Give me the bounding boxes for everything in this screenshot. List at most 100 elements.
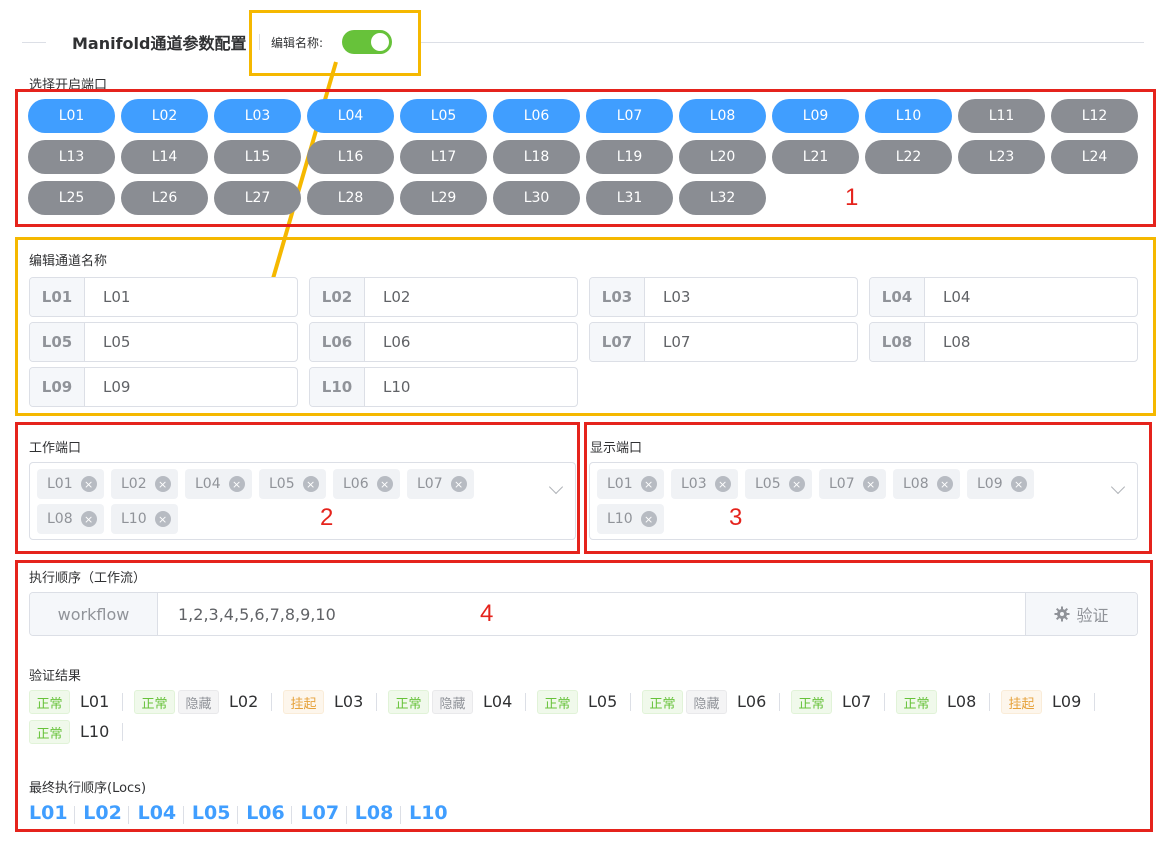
port-button-l22[interactable]: L22 <box>865 140 952 174</box>
port-button-l23[interactable]: L23 <box>958 140 1045 174</box>
port-tag-label: L05 <box>269 476 295 492</box>
status-badge-hidden: 隐藏 <box>432 690 473 714</box>
chevron-down-icon[interactable] <box>1110 479 1126 495</box>
close-icon[interactable]: × <box>228 476 245 492</box>
port-button-l31[interactable]: L31 <box>586 181 673 215</box>
port-button-l16[interactable]: L16 <box>307 140 394 174</box>
result-separator <box>376 693 377 711</box>
status-badge-normal: 正常 <box>791 690 832 714</box>
channel-name-field: L07 <box>589 322 858 362</box>
result-separator <box>525 693 526 711</box>
result-separator <box>122 723 123 741</box>
result-separator <box>884 693 885 711</box>
port-button-l13[interactable]: L13 <box>28 140 115 174</box>
port-button-l18[interactable]: L18 <box>493 140 580 174</box>
verify-button[interactable]: 验证 <box>1025 593 1137 635</box>
close-icon[interactable]: × <box>154 511 171 527</box>
port-button-l28[interactable]: L28 <box>307 181 394 215</box>
result-separator <box>1094 693 1095 711</box>
port-tag: L07 × <box>407 469 474 499</box>
port-button-l05[interactable]: L05 <box>400 99 487 133</box>
channel-name-input[interactable] <box>645 323 857 361</box>
close-icon[interactable]: × <box>788 476 805 492</box>
final-order-separator <box>74 806 75 824</box>
port-button-l11[interactable]: L11 <box>958 99 1045 133</box>
port-button-l14[interactable]: L14 <box>121 140 208 174</box>
close-icon[interactable]: × <box>936 476 953 492</box>
close-icon[interactable]: × <box>80 511 97 527</box>
port-button-l02[interactable]: L02 <box>121 99 208 133</box>
port-button-l17[interactable]: L17 <box>400 140 487 174</box>
port-button-l03[interactable]: L03 <box>214 99 301 133</box>
final-order-item: L05 <box>191 802 231 824</box>
port-button-l20[interactable]: L20 <box>679 140 766 174</box>
display-ports-label: 显示端口 <box>590 441 643 456</box>
channel-name-input[interactable] <box>85 323 297 361</box>
work-ports-select[interactable]: L01 × L02 × L04 × L05 × L06 × L07 × L08 × L10 × <box>29 462 576 540</box>
port-button-l21[interactable]: L21 <box>772 140 859 174</box>
port-button-l04[interactable]: L04 <box>307 99 394 133</box>
port-button-l32[interactable]: L32 <box>679 181 766 215</box>
port-button-l06[interactable]: L06 <box>493 99 580 133</box>
final-order-item: L07 <box>300 802 340 824</box>
channel-name-input[interactable] <box>365 278 577 316</box>
status-badge-hidden: 隐藏 <box>686 690 727 714</box>
port-button-l30[interactable]: L30 <box>493 181 580 215</box>
port-tag-label: L10 <box>607 511 633 527</box>
result-port-name: L07 <box>842 692 872 711</box>
channel-name-input[interactable] <box>365 323 577 361</box>
chevron-down-icon[interactable] <box>548 479 564 495</box>
port-button-l01[interactable]: L01 <box>28 99 115 133</box>
port-button-l25[interactable]: L25 <box>28 181 115 215</box>
status-badge-hidden: 隐藏 <box>178 690 219 714</box>
port-button-l08[interactable]: L08 <box>679 99 766 133</box>
channel-name-input[interactable] <box>925 278 1137 316</box>
port-tag: L01 × <box>597 469 664 499</box>
port-button-l29[interactable]: L29 <box>400 181 487 215</box>
close-icon[interactable]: × <box>376 476 393 492</box>
port-button-l07[interactable]: L07 <box>586 99 673 133</box>
port-button-l19[interactable]: L19 <box>586 140 673 174</box>
port-button-l26[interactable]: L26 <box>121 181 208 215</box>
port-button-l12[interactable]: L12 <box>1051 99 1138 133</box>
port-tag-label: L02 <box>121 476 147 492</box>
channel-name-input[interactable] <box>85 368 297 406</box>
close-icon[interactable]: × <box>640 511 657 527</box>
channel-name-input[interactable] <box>925 323 1137 361</box>
close-icon[interactable]: × <box>862 476 879 492</box>
close-icon[interactable]: × <box>1010 476 1027 492</box>
channel-name-prefix: L07 <box>590 323 645 361</box>
port-tag: L05 × <box>745 469 812 499</box>
close-icon[interactable]: × <box>450 476 467 492</box>
result-port-name: L04 <box>483 692 513 711</box>
final-order-item: L06 <box>246 802 285 824</box>
port-button-l15[interactable]: L15 <box>214 140 301 174</box>
port-button-l09[interactable]: L09 <box>772 99 859 133</box>
port-tag: L10 × <box>597 504 664 534</box>
channel-name-prefix: L08 <box>870 323 925 361</box>
workflow-input[interactable] <box>158 593 1025 635</box>
final-order-separator <box>236 806 238 824</box>
final-order-item: L04 <box>137 802 177 824</box>
display-ports-select[interactable]: L01 × L03 × L05 × L07 × L08 × L09 × L10 × <box>589 462 1138 540</box>
gear-icon <box>1054 606 1070 622</box>
channel-name-input[interactable] <box>85 278 297 316</box>
annotation-2: 2 <box>320 504 334 531</box>
close-icon[interactable]: × <box>714 476 731 492</box>
close-icon[interactable]: × <box>302 476 319 492</box>
channel-name-input[interactable] <box>365 368 577 406</box>
port-button-l27[interactable]: L27 <box>214 181 301 215</box>
close-icon[interactable]: × <box>80 476 97 492</box>
close-icon[interactable]: × <box>640 476 657 492</box>
final-order-item: L01 <box>29 802 68 824</box>
port-tag-label: L08 <box>903 476 929 492</box>
final-order-separator <box>345 806 347 824</box>
channel-name-input[interactable] <box>645 278 857 316</box>
final-order-separator <box>291 806 293 824</box>
port-tag-label: L07 <box>829 476 855 492</box>
port-button-l10[interactable]: L10 <box>865 99 952 133</box>
port-tag-label: L03 <box>681 476 707 492</box>
port-button-l24[interactable]: L24 <box>1051 140 1138 174</box>
close-icon[interactable]: × <box>154 476 171 492</box>
result-separator <box>779 693 780 711</box>
